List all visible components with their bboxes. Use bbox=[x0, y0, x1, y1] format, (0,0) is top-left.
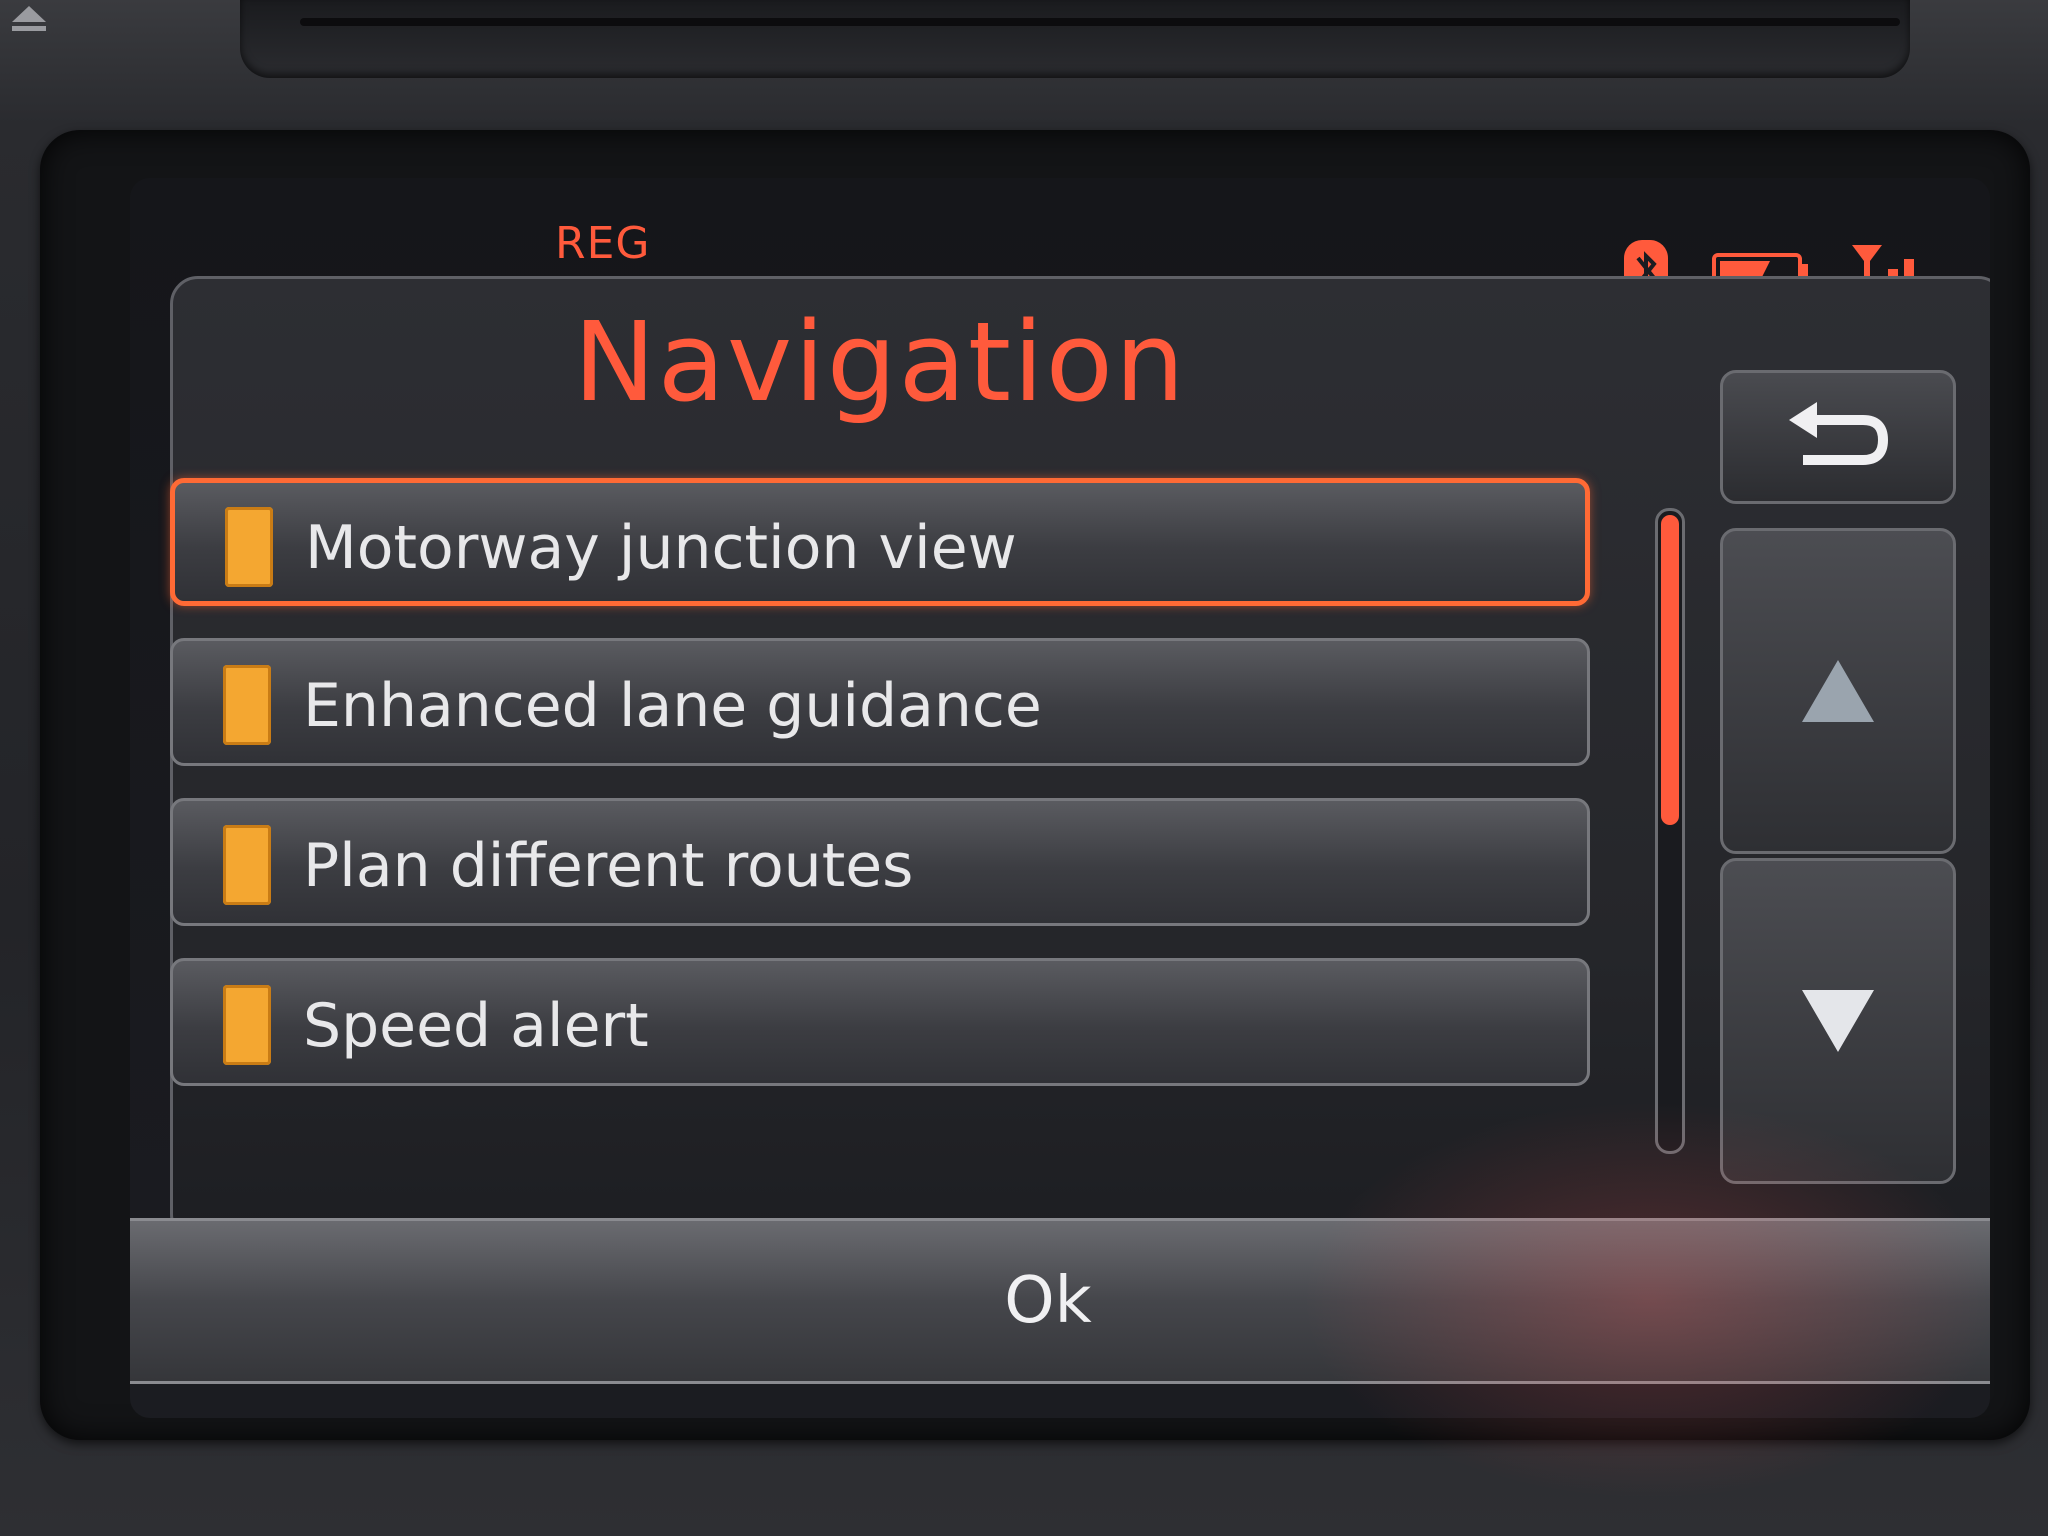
list-item-speed-alert[interactable]: Speed alert bbox=[170, 958, 1590, 1086]
scroll-down-button[interactable] bbox=[1720, 858, 1956, 1184]
list-item-label: Enhanced lane guidance bbox=[303, 671, 1042, 741]
nav-screen: REG Navigation Motorway junction view En… bbox=[130, 178, 1990, 1418]
ok-button[interactable]: Ok bbox=[130, 1218, 1990, 1384]
back-button[interactable] bbox=[1720, 370, 1956, 504]
list-item-label: Motorway junction view bbox=[305, 513, 1017, 583]
page-title: Navigation bbox=[573, 298, 1187, 426]
reg-label: REG bbox=[555, 218, 651, 269]
cd-slot-line bbox=[300, 18, 1900, 26]
list-item-label: Speed alert bbox=[303, 991, 649, 1061]
back-arrow-icon bbox=[1789, 402, 1889, 465]
arrow-up-icon bbox=[1802, 660, 1874, 722]
scrollbar[interactable] bbox=[1655, 508, 1685, 1154]
list-item-plan-different-routes[interactable]: Plan different routes bbox=[170, 798, 1590, 926]
cd-slot bbox=[240, 0, 1910, 78]
list-item-label: Plan different routes bbox=[303, 831, 914, 901]
list-item-motorway-junction-view[interactable]: Motorway junction view bbox=[170, 478, 1590, 606]
list-item-enhanced-lane-guidance[interactable]: Enhanced lane guidance bbox=[170, 638, 1590, 766]
scroll-up-button[interactable] bbox=[1720, 528, 1956, 854]
checkbox-checked[interactable] bbox=[223, 985, 271, 1065]
scrollbar-thumb[interactable] bbox=[1661, 515, 1679, 825]
eject-icon[interactable] bbox=[10, 4, 48, 34]
arrow-down-icon bbox=[1802, 990, 1874, 1052]
checkbox-checked[interactable] bbox=[225, 507, 273, 587]
checkbox-checked[interactable] bbox=[223, 665, 271, 745]
checkbox-checked[interactable] bbox=[223, 825, 271, 905]
